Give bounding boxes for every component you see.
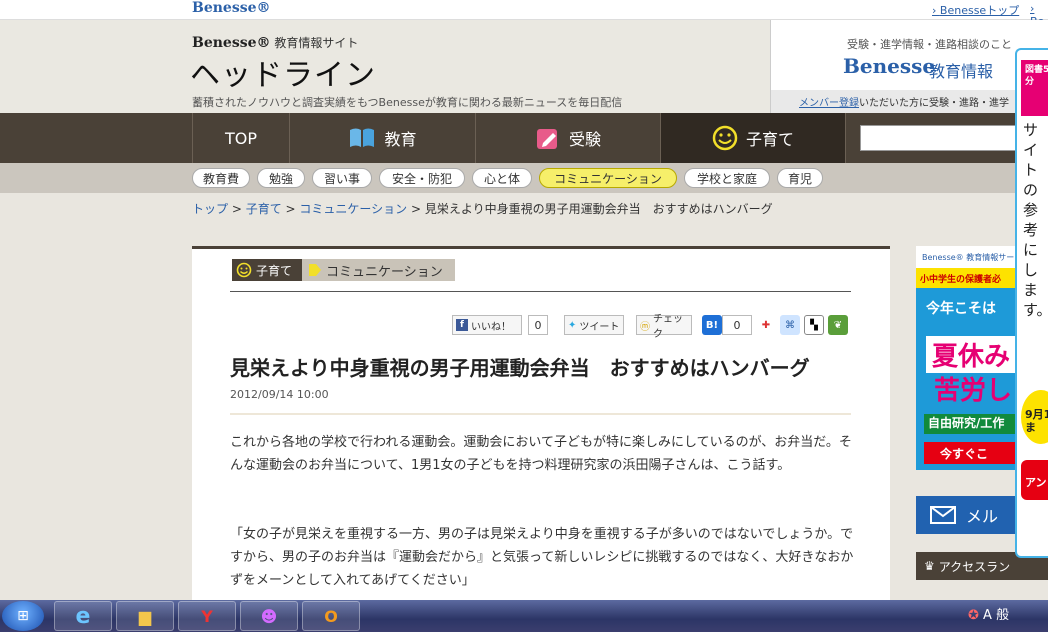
floating-survey-panel[interactable]: 図書5円分 サイトの参考にします。 9月1ま アン bbox=[1015, 48, 1048, 558]
ad-text-1: 今年こそは bbox=[926, 301, 996, 317]
promo-line: 受験・進学情報・進路相談のこと bbox=[847, 38, 1012, 51]
twitter-icon: ✦ bbox=[568, 319, 577, 331]
breadcrumb-current: 見栄えより中身重視の男子用運動会弁当 おすすめはハンバーグ bbox=[424, 202, 773, 216]
subnav-study[interactable]: 勉強 bbox=[257, 168, 305, 188]
character-icon: ☻ bbox=[260, 606, 278, 626]
promo-brand: Benesse bbox=[843, 54, 936, 78]
facebook-like-button[interactable]: f いいね！ bbox=[452, 315, 522, 335]
benesse-top-link[interactable]: › Benesseトップ bbox=[932, 2, 1019, 18]
mixi-icon: ⓜ bbox=[640, 321, 650, 333]
category-parenting-tag[interactable]: 子育て bbox=[232, 259, 302, 281]
subnav-childcare[interactable]: 育児 bbox=[777, 168, 823, 188]
subnav-communication[interactable]: コミュニケーション bbox=[539, 168, 677, 188]
tweet-button[interactable]: ✦ ツイート bbox=[564, 315, 624, 335]
ad-text-3: 苦労し bbox=[934, 376, 1013, 406]
site-tagline: 蓄積されたノウハウと調査実績をもつBenesseが教育に関わる最新ニュースを毎日… bbox=[192, 96, 623, 109]
system-tray[interactable]: ✪ A 般 bbox=[968, 604, 1009, 623]
article-paragraph-2: 「女の子が見栄えを重視する一方、男の子は見栄えより中身を重視する子が多いのではな… bbox=[230, 527, 854, 588]
taskbar-explorer[interactable]: ▆ bbox=[116, 601, 174, 631]
taskbar: ⊞ e ▆ Y ☻ O ✪ A 般 bbox=[0, 600, 1048, 632]
start-button[interactable]: ⊞ bbox=[2, 601, 44, 631]
article-title: 見栄えより中身重視の男子用運動会弁当 おすすめはハンバーグ bbox=[230, 356, 810, 380]
like-count: 0 bbox=[528, 315, 548, 335]
taskbar-outlook[interactable]: O bbox=[302, 601, 360, 631]
header-brand: Benesse® 教育情報サイト bbox=[192, 35, 359, 51]
site-title[interactable]: ヘッドライン bbox=[190, 50, 376, 94]
taskbar-ie[interactable]: e bbox=[54, 601, 112, 631]
subnav-education-cost[interactable]: 教育費 bbox=[192, 168, 250, 188]
title-divider bbox=[230, 413, 851, 415]
nav-education[interactable]: 教育 bbox=[290, 113, 476, 163]
article-date: 2012/09/14 10:00 bbox=[230, 388, 329, 401]
subnav-mind-body[interactable]: 心と体 bbox=[472, 168, 532, 188]
hatena-count: 0 bbox=[722, 315, 752, 335]
float-text: サイトの参考にします。 bbox=[1023, 121, 1048, 319]
smiley-icon bbox=[712, 125, 738, 151]
benesse-logo[interactable]: Benesse® bbox=[192, 0, 271, 16]
facebook-icon: f bbox=[456, 319, 468, 331]
taskbar-app[interactable]: ☻ bbox=[240, 601, 298, 631]
ime-mode[interactable]: A 般 bbox=[983, 608, 1009, 623]
delicious-icon[interactable]: ▚ bbox=[804, 315, 824, 335]
breadcrumb-communication[interactable]: コミュニケーション bbox=[299, 202, 407, 216]
article-paragraph-1: これから各地の学校で行われる運動会。運動会において子どもが特に楽しみにしているの… bbox=[230, 435, 852, 473]
nav-parenting[interactable]: 子育て bbox=[661, 113, 846, 163]
link-icon[interactable]: ⌘ bbox=[780, 315, 800, 335]
breadcrumb-home[interactable]: トップ bbox=[192, 202, 228, 216]
book-icon bbox=[350, 128, 375, 147]
member-link[interactable]: メンバー登録 bbox=[799, 98, 859, 109]
article: 子育て コミュニケーション f いいね！ 0 ✦ ツイート ⓜ チェック B! 0 ✚… bbox=[192, 246, 890, 600]
ad-text-2: 夏休み bbox=[926, 336, 1017, 373]
divider bbox=[230, 291, 851, 292]
bookmark-icon[interactable]: ✚ bbox=[756, 315, 776, 335]
outlook-icon: O bbox=[324, 606, 338, 626]
sub-nav: 教育費 勉強 習い事 安全・防犯 心と体 コミュニケーション 学校と家庭 育児 bbox=[0, 163, 1048, 193]
taskbar-messenger[interactable]: Y bbox=[178, 601, 236, 631]
mail-icon bbox=[930, 506, 956, 524]
tag-icon bbox=[309, 264, 321, 276]
smiley-icon bbox=[236, 262, 252, 278]
subnav-safety[interactable]: 安全・防犯 bbox=[379, 168, 465, 188]
crown-icon: ♛ bbox=[924, 559, 935, 573]
nav-exam[interactable]: 受験 bbox=[476, 113, 661, 163]
subnav-school-home[interactable]: 学校と家庭 bbox=[684, 168, 770, 188]
header-promo[interactable]: 受験・進学情報・進路相談のこと Benesse 教育情報 メンバー登録いただいた… bbox=[770, 20, 1048, 113]
pencil-icon bbox=[536, 129, 557, 149]
promo-sub: 教育情報 bbox=[929, 62, 994, 81]
yahoo-icon: Y bbox=[201, 606, 213, 626]
hatena-bookmark-icon[interactable]: B! bbox=[702, 315, 722, 335]
member-bar: メンバー登録いただいた方に受験・進路・進学 bbox=[771, 90, 1048, 113]
main-nav: TOP 教育 受験 子育て bbox=[0, 113, 1048, 163]
survey-button[interactable]: アン bbox=[1021, 460, 1048, 500]
ime-icon: ✪ bbox=[968, 608, 979, 623]
site-header: Benesse® 教育情報サイト ヘッドライン 蓄積されたノウハウと調査実績をも… bbox=[0, 20, 770, 113]
float-date-circle: 9月1ま bbox=[1021, 390, 1048, 444]
folder-icon: ▆ bbox=[138, 606, 152, 626]
category-communication-tag[interactable]: コミュニケーション bbox=[302, 259, 455, 281]
mixi-check-button[interactable]: ⓜ チェック bbox=[636, 314, 692, 340]
breadcrumb: トップ > 子育て > コミュニケーション > 見栄えより中身重視の男子用運動会… bbox=[192, 202, 773, 216]
breadcrumb-parenting[interactable]: 子育て bbox=[246, 202, 282, 216]
ie-icon: e bbox=[75, 603, 91, 629]
evernote-icon[interactable]: ❦ bbox=[828, 315, 848, 335]
subnav-lessons[interactable]: 習い事 bbox=[312, 168, 372, 188]
windows-icon: ⊞ bbox=[17, 608, 29, 624]
top-bar: Benesse® › Benesseトップ › Be bbox=[0, 0, 1048, 28]
float-badge: 図書5円分 bbox=[1021, 60, 1048, 116]
nav-top[interactable]: TOP bbox=[192, 113, 290, 163]
